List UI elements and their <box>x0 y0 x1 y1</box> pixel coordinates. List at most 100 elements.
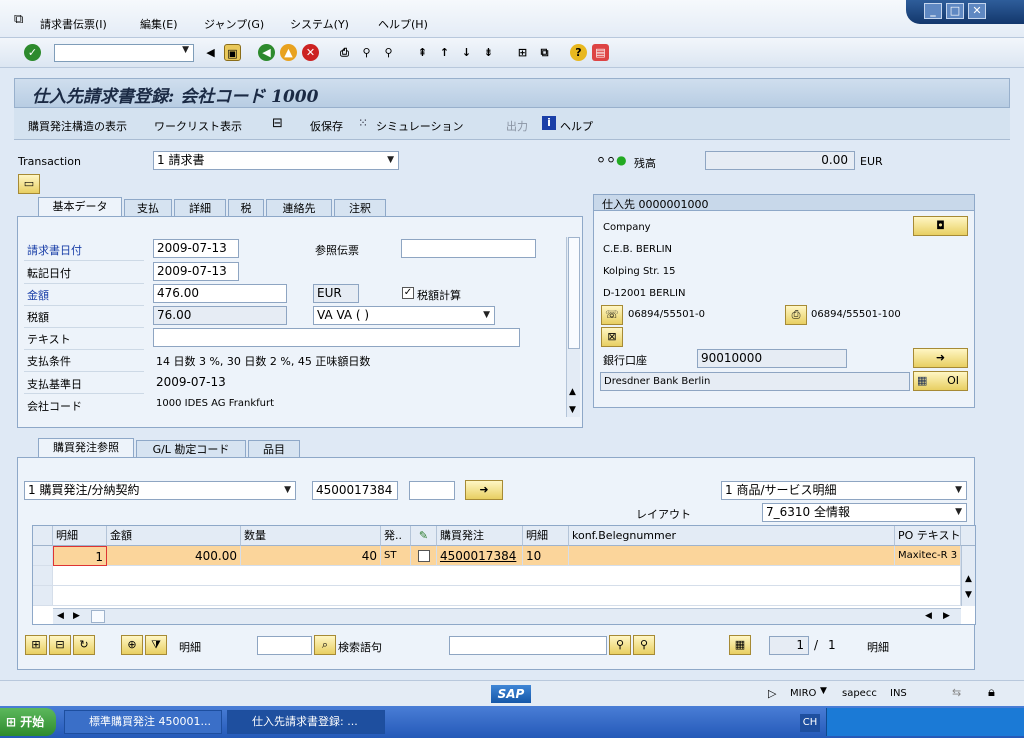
bank-transfer-button[interactable]: ➜ <box>913 348 968 368</box>
header-po-text[interactable]: PO テキスト <box>895 526 961 546</box>
split-screen-icon[interactable]: ⊟ <box>272 116 283 131</box>
filter-icon[interactable]: ⧩ <box>145 635 167 655</box>
find-next-icon[interactable]: ⚲ <box>380 44 397 61</box>
reference-field[interactable] <box>401 239 536 258</box>
tax-field[interactable]: 76.00 <box>153 306 287 325</box>
help-button[interactable]: ヘルプ <box>560 118 593 134</box>
scroll-left-icon[interactable]: ◀ <box>925 611 932 621</box>
cell-po-text[interactable]: Maxitec-R 3 <box>895 546 961 566</box>
panel-scrollbar[interactable]: ▲ ▼ <box>566 237 580 417</box>
status-dropdown-icon[interactable]: ▼ <box>820 686 827 696</box>
scroll-thumb[interactable] <box>568 237 580 349</box>
tab-notes[interactable]: 注釈 <box>334 199 386 217</box>
vendor-detail-button[interactable]: ◘ <box>913 216 968 236</box>
tab-details[interactable]: 詳細 <box>174 199 226 217</box>
transaction-select[interactable]: 1 請求書 <box>153 151 399 170</box>
start-button[interactable]: ⊞ 开始 <box>0 708 56 736</box>
currency-field[interactable]: EUR <box>313 284 359 303</box>
amount-field[interactable]: 476.00 <box>153 284 287 303</box>
header-po-item[interactable]: 明細 <box>523 526 569 546</box>
layout-type-select[interactable]: 1 商品/サービス明細 <box>721 481 967 500</box>
tab-material[interactable]: 品目 <box>248 440 300 458</box>
refresh-icon[interactable]: ↻ <box>73 635 95 655</box>
menu-system[interactable]: システム(Y) <box>290 16 349 32</box>
save-icon[interactable]: ▣ <box>224 44 241 61</box>
row-selector[interactable] <box>33 566 53 586</box>
header-quantity[interactable]: 数量 <box>241 526 381 546</box>
back-arrow-icon[interactable]: ◀ <box>202 44 219 61</box>
row-selector[interactable] <box>33 546 53 566</box>
menu-goto[interactable]: ジャンプ(G) <box>204 16 264 32</box>
column-selector[interactable] <box>33 526 53 546</box>
header-settings[interactable] <box>961 526 975 546</box>
menu-icon[interactable]: ⧉ <box>14 12 23 27</box>
scroll-thumb[interactable] <box>91 610 105 623</box>
scroll-down-icon[interactable]: ▼ <box>965 590 972 600</box>
tab-payment[interactable]: 支払 <box>124 199 172 217</box>
text-field[interactable] <box>153 328 520 347</box>
page-current-field[interactable]: 1 <box>769 636 809 655</box>
po-structure-button[interactable]: 購買発注構造の表示 <box>28 118 127 134</box>
layout-icon[interactable]: ▤ <box>592 44 609 61</box>
minimize-icon[interactable]: _ <box>924 3 942 19</box>
header-unit[interactable]: 発.. <box>381 526 411 546</box>
row-selector[interactable] <box>33 586 53 606</box>
status-system[interactable]: MIRO <box>790 688 816 699</box>
exit-icon[interactable]: ▲ <box>280 44 297 61</box>
cell-po[interactable]: 4500017384 <box>437 546 523 566</box>
scroll-up-icon[interactable]: ▲ <box>965 574 972 584</box>
maximize-icon[interactable]: □ <box>946 3 964 19</box>
shortcut-icon[interactable]: ⧉ <box>536 44 553 61</box>
status-expand-icon[interactable]: ▷ <box>768 687 776 700</box>
open-items-button[interactable]: ▦ OI <box>913 371 968 391</box>
new-session-icon[interactable]: ⊞ <box>514 44 531 61</box>
task-po-display[interactable]: 標準購買発注 450001... <box>64 710 222 734</box>
header-po[interactable]: 購買発注 <box>437 526 523 546</box>
print-icon[interactable]: ⎙ <box>336 44 353 61</box>
transfer-po-button[interactable]: ➜ <box>465 480 503 500</box>
cell-select[interactable] <box>411 546 437 566</box>
delete-vendor-icon[interactable]: ⊠ <box>601 327 623 347</box>
cell-po-item[interactable]: 10 <box>523 546 569 566</box>
layout-select[interactable]: 7_6310 全情報 <box>762 503 967 522</box>
calculator-icon[interactable]: ▦ <box>729 635 751 655</box>
header-confirmation[interactable]: konf.Belegnummer <box>569 526 895 546</box>
po-type-select[interactable]: 1 購買発注/分納契約 <box>24 481 296 500</box>
folder-icon[interactable]: ▭ <box>18 174 40 194</box>
command-field[interactable] <box>54 44 194 62</box>
first-page-icon[interactable]: ⇞ <box>414 44 431 61</box>
close-icon[interactable]: ✕ <box>968 3 986 19</box>
select-all-icon[interactable]: ⊞ <box>25 635 47 655</box>
table-row[interactable] <box>53 586 961 606</box>
cell-quantity[interactable]: 40 <box>241 546 381 566</box>
po-number-field[interactable]: 4500017384 <box>312 481 398 500</box>
table-row[interactable] <box>53 566 961 586</box>
calc-tax-checkbox[interactable]: ✓ <box>402 287 414 299</box>
search-term-icon[interactable]: ⌕ <box>314 635 336 655</box>
cancel-icon[interactable]: ✕ <box>302 44 319 61</box>
find-icon[interactable]: ⚲ <box>609 635 631 655</box>
search-term-field[interactable] <box>449 636 607 655</box>
item-field[interactable] <box>257 636 312 655</box>
worklist-button[interactable]: ワークリスト表示 <box>154 118 242 134</box>
deselect-all-icon[interactable]: ⊟ <box>49 635 71 655</box>
phone-icon[interactable]: ☏ <box>601 305 623 325</box>
invoice-date-field[interactable]: 2009-07-13 <box>153 239 239 258</box>
header-check-icon[interactable]: ✎ <box>411 526 437 546</box>
horizontal-scrollbar[interactable]: ◀ ▶ ◀ ▶ <box>53 608 961 624</box>
menu-help[interactable]: ヘルプ(H) <box>378 16 428 32</box>
back-icon[interactable]: ◀ <box>258 44 275 61</box>
tab-tax[interactable]: 税 <box>228 199 264 217</box>
cell-amount[interactable]: 400.00 <box>107 546 241 566</box>
lock-icon[interactable]: 🔒︎ <box>988 685 995 700</box>
scroll-up-icon[interactable]: ▲ <box>569 387 576 397</box>
tax-code-select[interactable]: VA VA ( ) <box>313 306 495 325</box>
scroll-right-icon[interactable]: ▶ <box>943 611 950 621</box>
vertical-scrollbar[interactable]: ▲ ▼ <box>961 546 975 606</box>
last-page-icon[interactable]: ⇟ <box>480 44 497 61</box>
scroll-right-icon[interactable]: ▶ <box>73 611 80 621</box>
task-invoice-entry[interactable]: 仕入先請求書登録: ... <box>227 710 385 734</box>
simulation-button[interactable]: シミュレーション <box>376 118 464 134</box>
find-next-icon[interactable]: ⚲ <box>633 635 655 655</box>
park-button[interactable]: 仮保存 <box>310 118 343 134</box>
